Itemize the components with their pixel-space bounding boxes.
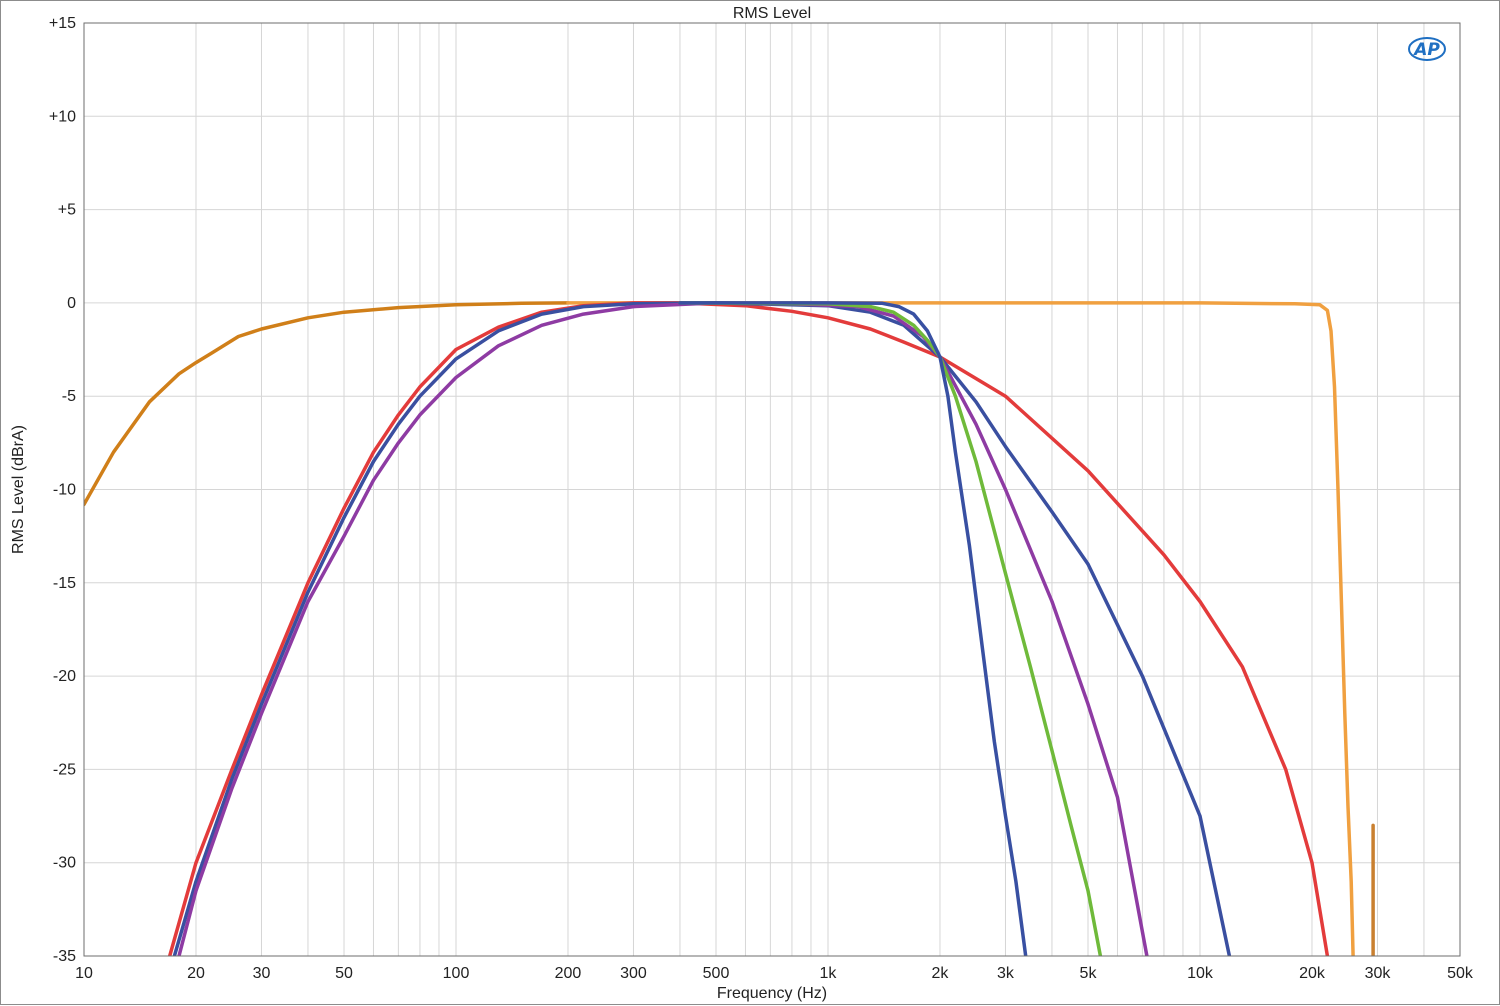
x-axis-ticks: 10 20 30 50 100 200 300 500 1k 2k 3k 5k 10k 20k 30k 50k xyxy=(75,965,1474,982)
x-tick-label: 5k xyxy=(1080,965,1098,982)
rms-level-chart: 10 20 30 50 100 200 300 500 1k 2k 3k 5k 10k 20k 30k 50k… xyxy=(10,5,1474,1002)
series-line-4 xyxy=(167,301,1330,956)
y-axis-title: RMS Level (dBrA) xyxy=(10,425,27,554)
ap-logo-text: AP xyxy=(1412,40,1440,60)
y-tick-label: -5 xyxy=(62,388,76,405)
y-tick-label: +15 xyxy=(49,15,76,32)
ap-logo-icon: AP xyxy=(1408,37,1446,61)
y-tick-label: +5 xyxy=(58,202,76,219)
chart-window: 10 20 30 50 100 200 300 500 1k 2k 3k 5k 10k 20k 30k 50k… xyxy=(0,0,1500,1005)
y-tick-label: +10 xyxy=(49,108,76,125)
x-tick-label: 20k xyxy=(1299,965,1326,982)
x-tick-label: 10k xyxy=(1187,965,1214,982)
x-tick-label: 500 xyxy=(703,965,730,982)
x-axis-title: Frequency (Hz) xyxy=(717,985,827,1002)
y-tick-label: -35 xyxy=(53,948,76,965)
series-line-6 xyxy=(177,301,1149,956)
chart-title: RMS Level xyxy=(733,5,811,22)
y-tick-label: 0 xyxy=(67,295,76,312)
x-tick-label: 10 xyxy=(75,965,93,982)
x-tick-label: 50 xyxy=(335,965,353,982)
y-tick-label: -10 xyxy=(53,482,76,499)
x-tick-label: 50k xyxy=(1447,965,1474,982)
y-tick-label: -30 xyxy=(53,855,76,872)
series-line-5 xyxy=(172,301,1232,956)
series-layer xyxy=(84,301,1375,956)
x-tick-label: 100 xyxy=(443,965,470,982)
grid xyxy=(84,23,1460,956)
y-tick-label: -20 xyxy=(53,668,76,685)
series-line-7 xyxy=(678,301,1103,956)
y-axis-ticks: +15 +10 +5 0 -5 -10 -15 -20 -25 -30 -35 xyxy=(49,15,76,965)
series-line-2 xyxy=(566,301,1355,956)
x-tick-label: 30 xyxy=(253,965,271,982)
x-tick-label: 3k xyxy=(997,965,1015,982)
x-tick-label: 1k xyxy=(820,965,838,982)
x-tick-label: 200 xyxy=(555,965,582,982)
x-tick-label: 2k xyxy=(932,965,950,982)
x-tick-label: 30k xyxy=(1365,965,1392,982)
y-tick-label: -15 xyxy=(53,575,76,592)
x-tick-label: 20 xyxy=(187,965,205,982)
x-tick-label: 300 xyxy=(620,965,647,982)
y-tick-label: -25 xyxy=(53,761,76,778)
